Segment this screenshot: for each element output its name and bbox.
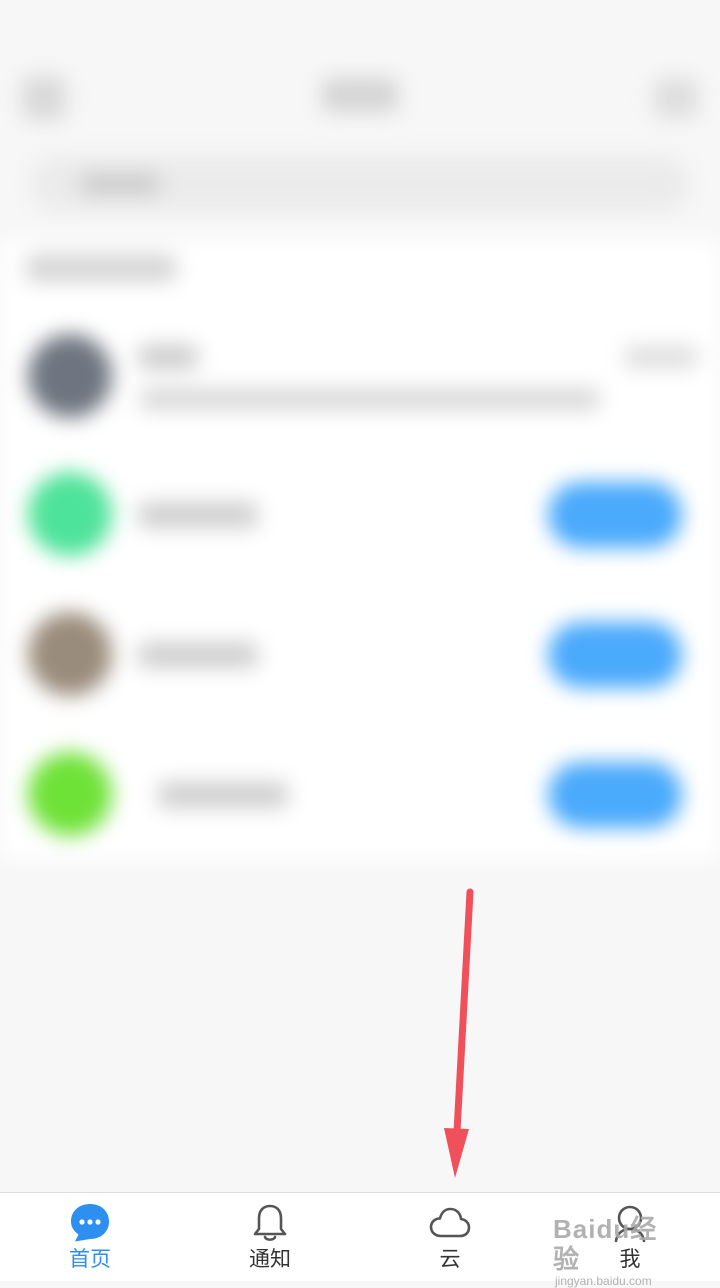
list-item-preview [140,388,600,410]
list-item-button [548,622,682,688]
blurred-content [0,0,720,1192]
list-item-button [548,762,682,828]
bell-icon [253,1204,287,1241]
list-item-title [138,642,258,668]
tab-cloud-label: 云 [439,1248,461,1271]
section-label [26,254,176,282]
header-left-icon [22,76,66,120]
list-item-button [548,482,682,548]
bottom-tab-bar: 首页 通知 云 我 [0,1192,720,1281]
search-placeholder [80,172,160,196]
tab-me-label: 我 [619,1248,641,1271]
avatar [28,472,112,556]
avatar [28,334,112,418]
avatar [28,612,112,696]
chat-bubble-icon [71,1204,109,1242]
tab-cloud[interactable]: 云 [360,1193,540,1281]
person-icon [614,1205,646,1243]
tab-home[interactable]: 首页 [0,1193,180,1281]
list-item-title [138,502,258,528]
list-item-title [158,782,288,808]
avatar [28,752,112,836]
header-right-icon [654,78,698,118]
list-item-title [138,344,198,370]
tab-me[interactable]: 我 [540,1193,720,1281]
cloud-icon [429,1207,471,1238]
tab-home-label: 首页 [69,1248,111,1271]
tab-notifications[interactable]: 通知 [180,1193,360,1281]
tab-notifications-label: 通知 [249,1248,291,1271]
header-title [322,78,398,112]
list-item-time [624,346,698,368]
